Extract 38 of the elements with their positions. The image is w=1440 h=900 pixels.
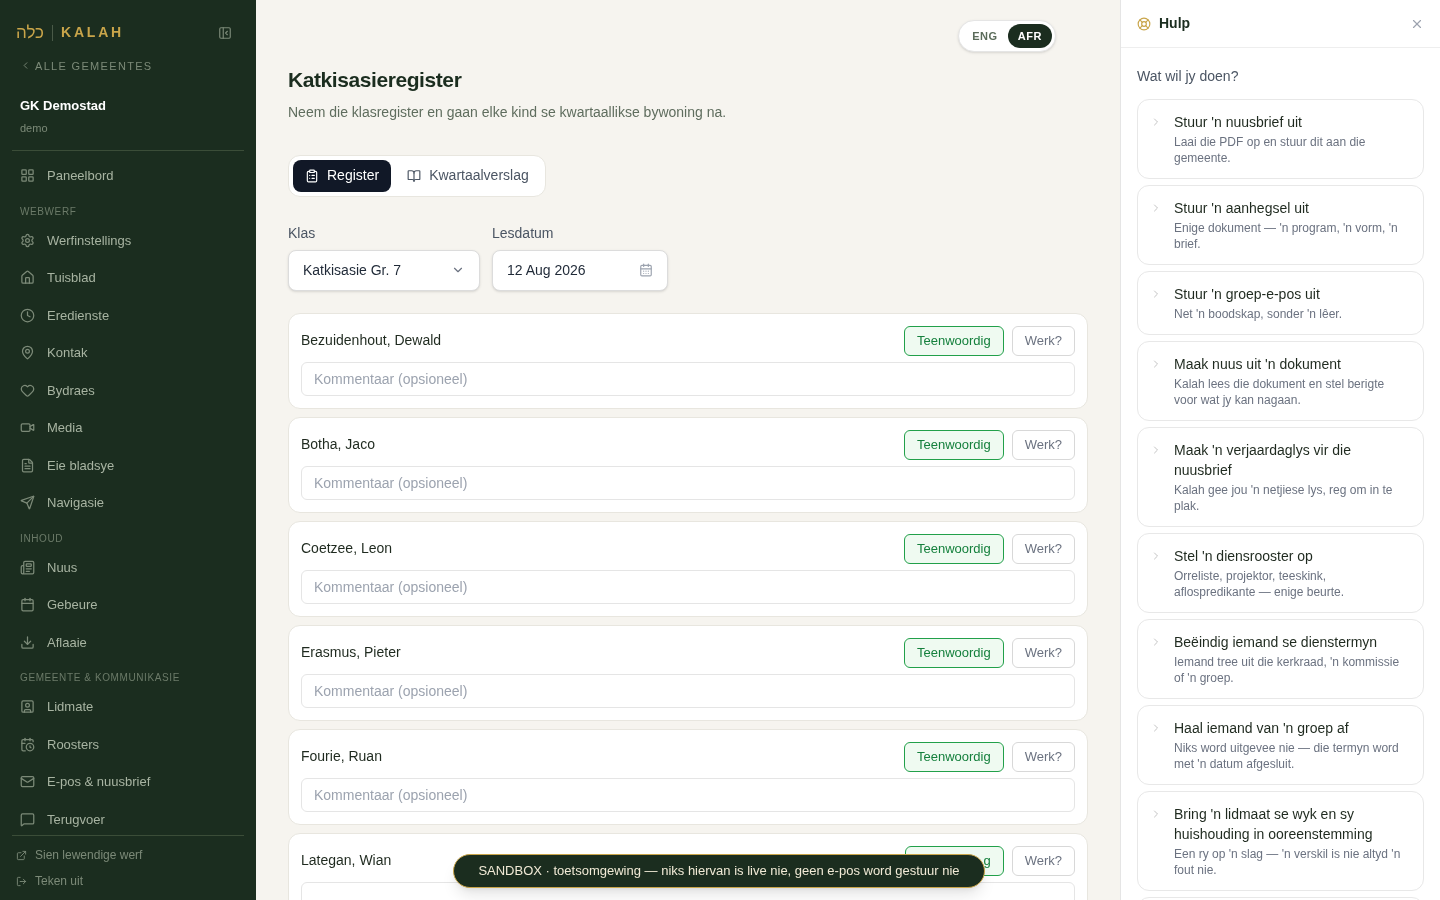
student-name: Coetzee, Leon xyxy=(301,539,393,558)
congregation-slug: demo xyxy=(20,120,49,136)
student-name: Fourie, Ruan xyxy=(301,747,382,766)
nav-section-heading: WEBWERF xyxy=(19,204,78,219)
help-card-text: Iemand tree uit die kerkraad, 'n kommissie of 'n groep. xyxy=(1174,654,1401,686)
field-label: Klas xyxy=(288,223,317,243)
help-card-title: Stuur 'n aanhegsel uit xyxy=(1174,199,1310,218)
student-name: Bezuidenhout, Dewald xyxy=(301,331,442,350)
help-title: Hulp xyxy=(1159,14,1191,33)
help-card-title: Stuur 'n groep-e-pos uit xyxy=(1174,285,1321,304)
help-question: Wat wil jy doen? xyxy=(1136,67,1240,86)
help-card-title: Maak 'n verjaardaglys vir die nuusbrief xyxy=(1174,441,1352,480)
help-card-text: Een ry op 'n slag — 'n verskil is nie altyd 'n fout nie. xyxy=(1174,846,1402,878)
help-card-text: Enige dokument — 'n program, 'n vorm, 'n brief. xyxy=(1174,220,1399,252)
sandbox-toast: SANDBOX · toetsomgewing — niks hiervan is live nie, geen e-pos word gestuur nie xyxy=(453,854,985,888)
student-name: Botha, Jaco xyxy=(301,435,375,454)
student-name: Lategan, Wian xyxy=(301,851,392,870)
help-card-title: Beëindig iemand se dienstermyn xyxy=(1174,633,1379,652)
logo-text: KALAH xyxy=(61,23,125,43)
logo-hebrew: כלה xyxy=(16,22,45,44)
nav-section-heading: GEMEENTE & KOMMUNIKASIE xyxy=(19,671,181,685)
help-card-title: Bring 'n lidmaat se wyk en sy huishouding in ooreenstemming xyxy=(1174,805,1374,844)
nav-section-heading: INHOUD xyxy=(19,531,65,546)
help-card-text: Orreliste, projektor, teeskink, aflospredikante — enige beurte. xyxy=(1174,568,1346,600)
help-card-text: Kalah gee jou 'n netjiese lys, reg om in te plak. xyxy=(1174,482,1394,514)
help-card-text: Laai die PDF op en stuur dit aan die gemeente. xyxy=(1174,134,1367,166)
help-card-text: Kalah lees die dokument en stel berigte voor wat jy kan nagaan. xyxy=(1174,376,1386,408)
help-card-title: Haal iemand van 'n groep af xyxy=(1174,719,1350,738)
help-card-title: Maak nuus uit 'n dokument xyxy=(1174,355,1342,374)
page-subtitle: Neem die klasregister en gaan elke kind se kwartaallikse bywoning na. xyxy=(288,102,728,122)
help-card-text: Niks word uitgevee nie — die termyn word met 'n datum afgesluit. xyxy=(1174,740,1400,772)
congregation-name: GK Demostad xyxy=(20,97,107,115)
field-label: Lesdatum xyxy=(492,223,555,243)
help-card-title: Stuur 'n nuusbrief uit xyxy=(1174,113,1303,132)
help-card-title: Stel 'n diensrooster op xyxy=(1174,547,1314,566)
student-name: Erasmus, Pieter xyxy=(301,643,401,662)
help-card-text: Net 'n boodskap, sonder 'n lêer. xyxy=(1174,306,1343,322)
page-title: Katkisasieregister xyxy=(288,67,463,93)
